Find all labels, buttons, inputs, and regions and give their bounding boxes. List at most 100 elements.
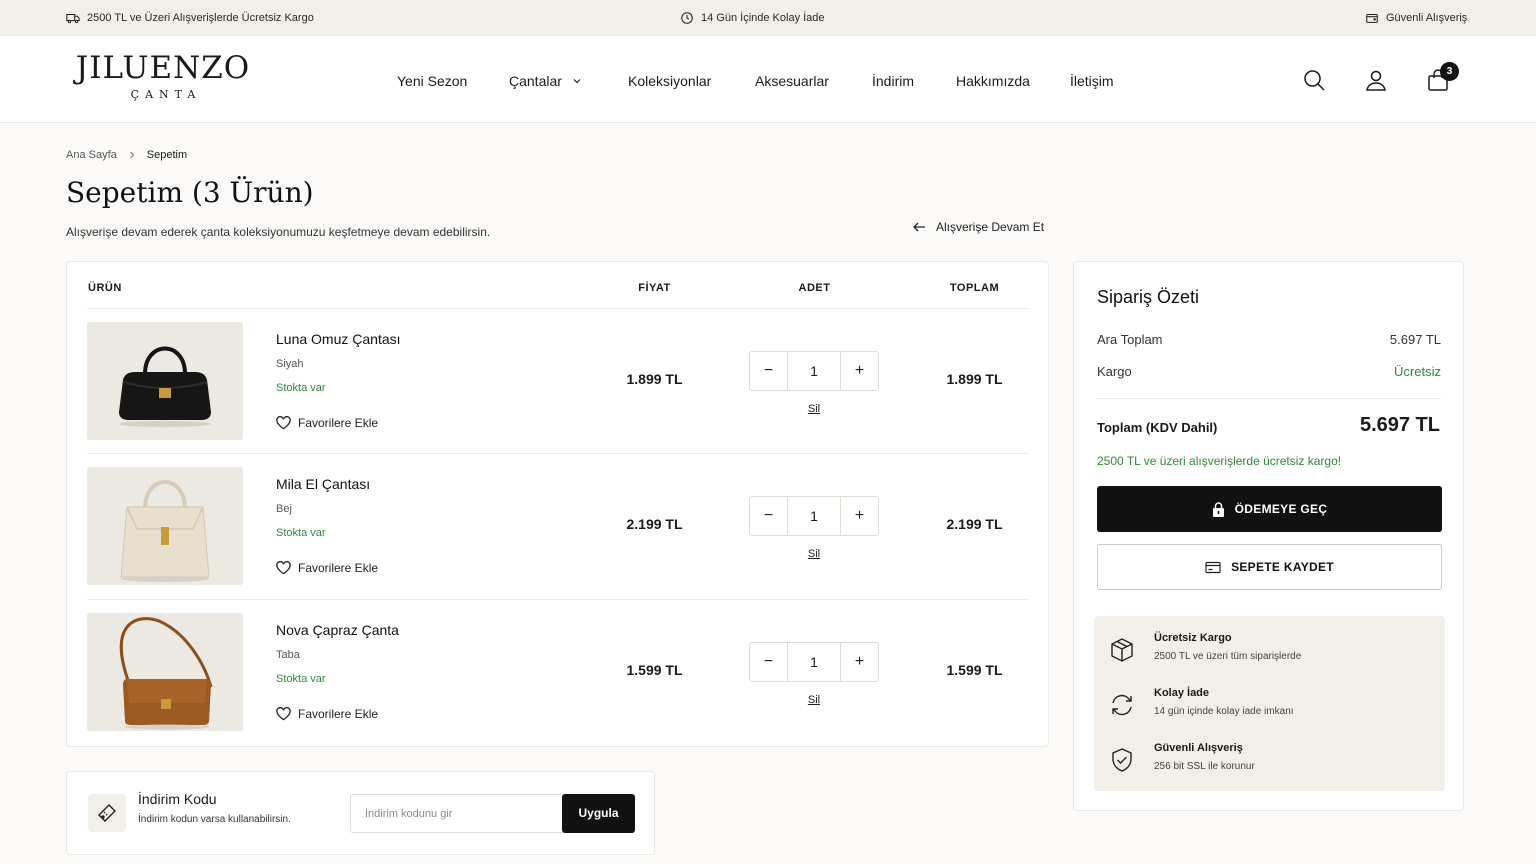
order-summary: Sipariş Özeti Ara Toplam 5.697 TL Kargo …: [1073, 261, 1464, 811]
product-image[interactable]: [87, 322, 243, 440]
nav-item-iletisim[interactable]: İletişim: [1070, 73, 1114, 89]
benefit-title: Kolay İade: [1154, 687, 1210, 699]
page-subtitle: Alışverişe devam ederek çanta koleksiyon…: [66, 225, 491, 239]
product-name[interactable]: Luna Omuz Çantası: [276, 331, 401, 347]
lock-icon: [1212, 501, 1224, 517]
nav-label: Hakkımızda: [956, 73, 1030, 89]
subtotal-label: Ara Toplam: [1097, 332, 1163, 347]
total-value: 5.697 TL: [1359, 414, 1440, 436]
tan-crossbody-illustration: [87, 613, 243, 731]
nav-item-cantalar[interactable]: Çantalar: [509, 73, 582, 89]
remove-item-link[interactable]: Sil: [749, 403, 879, 415]
breadcrumb-current: Sepetim: [146, 149, 188, 161]
discount-badge: [88, 794, 126, 832]
cart-count-badge: 3: [1440, 62, 1459, 81]
decrease-qty-button[interactable]: −: [750, 497, 787, 535]
chevron-down-icon: [573, 79, 581, 84]
nav-item-aksesuarlar[interactable]: Aksesuarlar: [755, 73, 829, 89]
product-color: Bej: [276, 503, 292, 515]
brand-name: JILUENZO: [75, 50, 251, 86]
nav-item-hakkimizda[interactable]: Hakkımızda: [956, 73, 1030, 89]
line-total: 1.599 TL: [946, 662, 1003, 678]
product-image[interactable]: [87, 613, 243, 731]
checkout-button[interactable]: ÖDEMEYE GEÇ: [1097, 486, 1442, 532]
continue-shopping-link[interactable]: Alışverişe Devam Et: [912, 220, 1044, 234]
increase-qty-button[interactable]: +: [841, 643, 878, 681]
apply-discount-button[interactable]: Uygula: [562, 794, 635, 833]
benefit-item: Güvenli Alışveriş 256 bit SSL ile korunu…: [1108, 742, 1428, 782]
heart-icon: [276, 416, 291, 430]
breadcrumb-home[interactable]: Ana Sayfa: [66, 149, 117, 161]
user-icon[interactable]: [1364, 68, 1388, 92]
decrease-qty-button[interactable]: −: [750, 352, 787, 390]
cart-table: ÜRÜN FİYAT ADET TOPLAM Luna Omuz Çantası…: [66, 261, 1049, 747]
nav-item-koleksiyonlar[interactable]: Koleksiyonlar: [628, 73, 711, 89]
black-handbag-illustration: [87, 322, 243, 440]
col-header-total: TOPLAM: [949, 282, 1000, 294]
product-name[interactable]: Nova Çapraz Çanta: [276, 622, 399, 638]
stock-status: Stokta var: [276, 527, 326, 539]
increase-qty-button[interactable]: +: [841, 352, 878, 390]
discount-subtitle: İndirim kodun varsa kullanabilirsin.: [138, 814, 291, 825]
box-icon: [1111, 638, 1133, 662]
remove-item-link[interactable]: Sil: [749, 694, 879, 706]
product-image[interactable]: [87, 467, 243, 585]
benefit-item: Kolay İade 14 gün içinde kolay iade imka…: [1108, 687, 1428, 727]
search-icon[interactable]: [1302, 68, 1326, 92]
qty-value[interactable]: 1: [787, 497, 841, 535]
add-to-favorites-button[interactable]: Favorilere Ekle: [276, 561, 378, 575]
remove-item-link[interactable]: Sil: [749, 548, 879, 560]
nav-label: İndirim: [872, 73, 915, 89]
brand-logo[interactable]: JILUENZO ÇANTA: [68, 50, 258, 101]
beige-handbag-illustration: [87, 467, 243, 585]
total-label: Toplam (KDV Dahil): [1097, 420, 1218, 435]
favorites-label: Favorilere Ekle: [298, 707, 379, 721]
announcement-bar: 2500 TL ve Üzeri Alışverişlerde Ücretsiz…: [0, 0, 1536, 36]
discount-title: İndirim Kodu: [138, 791, 217, 807]
free-shipping-note: 2500 TL ve üzeri alışverişlerde ücretsiz…: [1097, 454, 1342, 468]
favorites-label: Favorilere Ekle: [298, 561, 379, 575]
page-title: Sepetim (3 Ürün): [66, 176, 314, 209]
benefit-subtitle: 14 gün içinde kolay iade imkanı: [1154, 706, 1294, 717]
heart-icon: [276, 707, 291, 721]
nav-label: İletişim: [1070, 73, 1114, 89]
favorites-label: Favorilere Ekle: [298, 416, 379, 430]
card-icon: [1205, 561, 1221, 573]
truck-icon: [66, 13, 80, 24]
heart-icon: [276, 561, 291, 575]
summary-divider: [1097, 398, 1441, 399]
discount-code-input[interactable]: [350, 794, 562, 833]
qty-value[interactable]: 1: [787, 643, 841, 681]
secure-notice-text: Güvenli Alışveriş: [1386, 12, 1468, 24]
summary-title: Sipariş Özeti: [1097, 287, 1200, 307]
col-header-qty: ADET: [798, 282, 831, 294]
benefits-panel: Ücretsiz Kargo 2500 TL ve üzeri tüm sipa…: [1094, 616, 1445, 791]
ticket-icon: [98, 804, 116, 822]
product-name[interactable]: Mila El Çantası: [276, 476, 370, 492]
benefit-item: Ücretsiz Kargo 2500 TL ve üzeri tüm sipa…: [1108, 632, 1428, 672]
cart-row: Nova Çapraz Çanta Taba Stokta var Favori…: [67, 613, 1050, 758]
increase-qty-button[interactable]: +: [841, 497, 878, 535]
save-cart-button[interactable]: SEPETE KAYDET: [1097, 544, 1442, 590]
unit-price: 2.199 TL: [626, 516, 683, 532]
add-to-favorites-button[interactable]: Favorilere Ekle: [276, 416, 378, 430]
decrease-qty-button[interactable]: −: [750, 643, 787, 681]
cart-row: Mila El Çantası Bej Stokta var Favoriler…: [67, 467, 1050, 612]
nav-label: Yeni Sezon: [397, 73, 468, 89]
unit-price: 1.899 TL: [626, 371, 683, 387]
subtotal-value: 5.697 TL: [1389, 332, 1441, 347]
shipping-notice: 2500 TL ve Üzeri Alışverişlerde Ücretsiz…: [66, 11, 314, 25]
benefit-subtitle: 2500 TL ve üzeri tüm siparişlerde: [1154, 651, 1302, 662]
col-header-product: ÜRÜN: [88, 282, 122, 294]
header-divider: [87, 308, 1029, 309]
brand-subtitle: ÇANTA: [130, 88, 202, 101]
nav-item-indirim[interactable]: İndirim: [872, 73, 914, 89]
line-total: 2.199 TL: [946, 516, 1003, 532]
qty-value[interactable]: 1: [787, 352, 841, 390]
nav-item-yeni-sezon[interactable]: Yeni Sezon: [397, 73, 467, 89]
breadcrumb: Ana Sayfa Sepetim: [66, 149, 187, 161]
stock-status: Stokta var: [276, 382, 326, 394]
product-color: Taba: [276, 649, 300, 661]
page-title-count: (3 Ürün): [191, 176, 314, 209]
add-to-favorites-button[interactable]: Favorilere Ekle: [276, 707, 378, 721]
